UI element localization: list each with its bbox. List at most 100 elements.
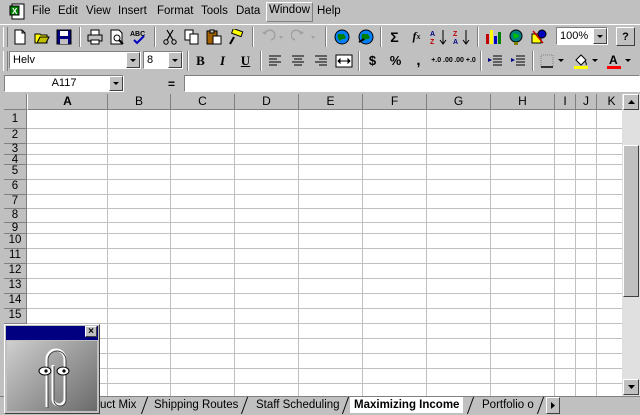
column-header[interactable]: K xyxy=(597,94,622,110)
column-header[interactable]: I xyxy=(555,94,576,110)
help-icon[interactable]: ? xyxy=(616,27,635,46)
column-header[interactable]: G xyxy=(427,94,491,110)
save-icon[interactable] xyxy=(53,26,74,47)
row-header[interactable]: 8 xyxy=(4,209,27,223)
redo-icon[interactable] xyxy=(289,26,319,47)
drawing-icon[interactable] xyxy=(528,26,549,47)
web-toolbar-icon[interactable] xyxy=(355,26,376,47)
column-header[interactable]: A xyxy=(27,94,108,110)
function-icon[interactable]: fx xyxy=(406,26,427,47)
sheet-tab[interactable]: Staff Scheduling xyxy=(256,397,340,413)
menu-format[interactable]: Format xyxy=(157,5,193,17)
row-header[interactable]: 13 xyxy=(4,279,27,294)
currency-button[interactable]: $ xyxy=(362,50,383,71)
new-icon[interactable] xyxy=(9,26,30,47)
column-header[interactable]: C xyxy=(171,94,235,110)
open-icon[interactable] xyxy=(31,26,52,47)
row-header[interactable]: 12 xyxy=(4,264,27,279)
assistant-pane[interactable] xyxy=(7,341,97,411)
row-header[interactable]: 7 xyxy=(4,195,27,209)
percent-button[interactable]: % xyxy=(385,50,406,71)
italic-button[interactable]: I xyxy=(212,50,233,71)
scroll-up-button[interactable] xyxy=(623,94,639,110)
sheet-tab[interactable]: Portfolio o xyxy=(482,397,534,413)
sort-ascending-icon[interactable]: AZ xyxy=(428,26,449,47)
chart-wizard-icon[interactable] xyxy=(482,26,503,47)
scroll-thumb[interactable] xyxy=(623,145,639,297)
menu-tools[interactable]: Tools xyxy=(201,5,228,17)
excel-document-icon[interactable]: X xyxy=(9,3,27,20)
column-header[interactable]: B xyxy=(108,94,171,110)
vertical-scrollbar[interactable] xyxy=(622,94,640,396)
fill-color-icon[interactable] xyxy=(570,50,591,71)
row-header[interactable]: 2 xyxy=(4,129,27,144)
font-size-select[interactable]: 8 xyxy=(143,51,183,69)
chevron-down-icon[interactable] xyxy=(590,50,600,71)
select-all-corner[interactable] xyxy=(4,94,27,110)
chevron-down-icon[interactable] xyxy=(109,76,123,91)
font-color-icon[interactable]: A xyxy=(603,50,624,71)
web-icon[interactable] xyxy=(331,26,352,47)
menu-help[interactable]: Help xyxy=(317,5,341,17)
column-header[interactable]: E xyxy=(299,94,363,110)
column-header[interactable]: F xyxy=(363,94,427,110)
copy-icon[interactable] xyxy=(181,26,202,47)
spelling-icon[interactable]: ABC xyxy=(128,26,149,47)
align-center-icon[interactable] xyxy=(287,50,308,71)
office-assistant[interactable]: × xyxy=(4,324,100,414)
column-header[interactable]: H xyxy=(491,94,555,110)
underline-button[interactable]: U xyxy=(235,50,256,71)
row-header[interactable]: 14 xyxy=(4,294,27,309)
row-header[interactable]: 4 xyxy=(4,154,27,166)
column-header[interactable]: J xyxy=(576,94,597,110)
bold-button[interactable]: B xyxy=(190,50,211,71)
increase-indent-icon[interactable] xyxy=(507,50,528,71)
menu-file[interactable]: File xyxy=(32,5,51,17)
zoom-select[interactable]: 100% xyxy=(556,27,608,45)
autosum-icon[interactable]: Σ xyxy=(384,26,405,47)
chevron-down-icon[interactable] xyxy=(623,50,633,71)
row-header[interactable]: 6 xyxy=(4,180,27,195)
sort-descending-icon[interactable]: ZA xyxy=(451,26,472,47)
align-left-icon[interactable] xyxy=(264,50,285,71)
toolbar-grip[interactable] xyxy=(3,51,8,71)
chevron-down-icon[interactable] xyxy=(556,50,566,71)
decrease-indent-icon[interactable] xyxy=(484,50,505,71)
print-icon[interactable] xyxy=(84,26,105,47)
comma-style-button[interactable]: , xyxy=(408,50,429,71)
name-box[interactable]: A117 xyxy=(4,75,124,92)
undo-icon[interactable] xyxy=(257,26,287,47)
sheet-tab[interactable]: Shipping Routes xyxy=(154,397,238,413)
menu-insert[interactable]: Insert xyxy=(118,5,147,17)
align-right-icon[interactable] xyxy=(310,50,331,71)
row-header[interactable]: 1 xyxy=(4,110,27,129)
row-header[interactable]: 15 xyxy=(4,309,27,324)
menu-data[interactable]: Data xyxy=(236,5,260,17)
map-icon[interactable] xyxy=(505,26,526,47)
increase-decimal-button[interactable]: +.0 .00 xyxy=(431,50,453,71)
column-header[interactable]: D xyxy=(235,94,299,110)
scroll-right-button[interactable] xyxy=(546,397,560,414)
merge-center-icon[interactable] xyxy=(333,50,354,71)
chevron-down-icon[interactable] xyxy=(593,28,607,44)
row-header[interactable]: 10 xyxy=(4,234,27,249)
menu-edit[interactable]: Edit xyxy=(58,5,78,17)
formula-input[interactable] xyxy=(184,75,640,92)
scroll-down-button[interactable] xyxy=(623,379,639,395)
paste-icon[interactable] xyxy=(203,26,224,47)
chevron-down-icon[interactable] xyxy=(168,52,182,68)
format-painter-icon[interactable] xyxy=(225,26,246,47)
borders-icon[interactable] xyxy=(536,50,557,71)
menu-view[interactable]: View xyxy=(86,5,111,17)
sheet-tab-active[interactable]: Maximizing Income xyxy=(350,397,464,413)
row-header[interactable]: 5 xyxy=(4,165,27,180)
print-preview-icon[interactable] xyxy=(106,26,127,47)
font-select[interactable]: Helv xyxy=(9,51,141,69)
paperclip-icon[interactable] xyxy=(7,341,97,411)
cut-icon[interactable] xyxy=(159,26,180,47)
decrease-decimal-button[interactable]: .00 +.0 xyxy=(454,50,476,71)
sheet-tab[interactable]: uct Mix xyxy=(100,397,136,413)
equals-sign[interactable]: = xyxy=(168,77,175,91)
close-icon[interactable]: × xyxy=(85,326,97,337)
chevron-down-icon[interactable] xyxy=(126,52,140,68)
